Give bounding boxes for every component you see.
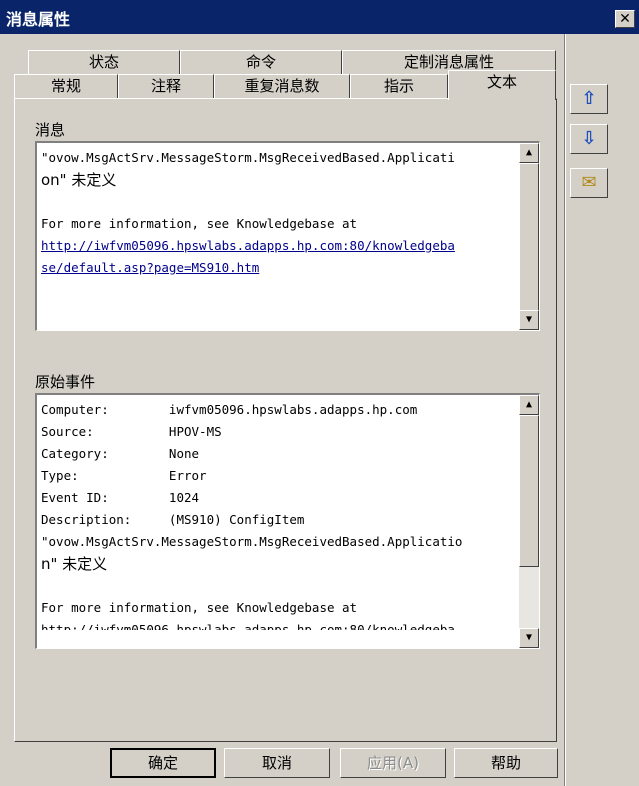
scroll-down-button[interactable]: ▼ bbox=[519, 310, 539, 330]
event-line: n" 未定义 bbox=[41, 555, 108, 573]
knowledgebase-link[interactable]: se/default.asp?page=MS910.htm bbox=[41, 257, 513, 279]
cancel-button[interactable]: 取消 bbox=[224, 748, 330, 778]
scroll-up-button[interactable]: ▲ bbox=[519, 143, 539, 163]
original-event-textbox[interactable]: Computer: iwfvm05096.hpswlabs.adapps.hp.… bbox=[35, 393, 540, 649]
message-text: "ovow.MsgActSrv.MessageStorm.MsgReceived… bbox=[41, 147, 513, 279]
message-line: "ovow.MsgActSrv.MessageStorm.MsgReceived… bbox=[41, 150, 455, 165]
tab-annotations[interactable]: 注释 bbox=[118, 74, 214, 98]
mail-check-icon: ✉ bbox=[581, 172, 597, 193]
event-line: Source: HPOV-MS bbox=[41, 424, 222, 439]
message-line bbox=[41, 191, 513, 213]
window-title: 消息属性 bbox=[6, 10, 71, 29]
message-line: For more information, see Knowledgebase … bbox=[41, 216, 358, 231]
event-line: Event ID: 1024 bbox=[41, 490, 200, 505]
scroll-down-button[interactable]: ▼ bbox=[519, 628, 539, 648]
original-event-text: Computer: iwfvm05096.hpswlabs.adapps.hp.… bbox=[41, 399, 513, 630]
arrow-down-icon: ▼ bbox=[525, 632, 533, 643]
message-line: on" 未定义 bbox=[41, 171, 117, 189]
event-line bbox=[41, 575, 513, 597]
event-line: Description: (MS910) ConfigItem bbox=[41, 512, 305, 527]
message-label: 消息 bbox=[35, 121, 66, 139]
tab-general[interactable]: 常规 bbox=[14, 74, 118, 98]
tab-status[interactable]: 状态 bbox=[28, 50, 180, 74]
acknowledge-button[interactable]: ✉ bbox=[570, 168, 608, 198]
event-line: "ovow.MsgActSrv.MessageStorm.MsgReceived… bbox=[41, 534, 463, 549]
scroll-up-button[interactable]: ▲ bbox=[519, 395, 539, 415]
apply-button[interactable]: 应用(A) bbox=[340, 748, 446, 778]
tab-text[interactable]: 文本 bbox=[448, 70, 556, 100]
knowledgebase-link[interactable]: http://iwfvm05096.hpswlabs.adapps.hp.com… bbox=[41, 235, 513, 257]
close-button[interactable]: ✕ bbox=[615, 10, 635, 28]
original-event-label: 原始事件 bbox=[35, 373, 96, 391]
event-line: Computer: iwfvm05096.hpswlabs.adapps.hp.… bbox=[41, 402, 418, 417]
ok-button[interactable]: 确定 bbox=[110, 748, 216, 778]
close-icon: ✕ bbox=[619, 11, 631, 27]
message-textbox[interactable]: "ovow.MsgActSrv.MessageStorm.MsgReceived… bbox=[35, 141, 540, 331]
event-line: http://iwfvm05096.hpswlabs.adapps.hp.com… bbox=[41, 622, 455, 630]
event-scrollbar[interactable]: ▲ ▼ bbox=[519, 395, 539, 648]
arrow-up-icon: ⇧ bbox=[581, 88, 597, 109]
help-button[interactable]: 帮助 bbox=[454, 748, 558, 778]
event-line: Category: None bbox=[41, 446, 200, 461]
arrow-up-icon: ▲ bbox=[525, 147, 533, 158]
tab-panel-text: 消息 "ovow.MsgActSrv.MessageStorm.MsgRecei… bbox=[14, 98, 557, 742]
tab-commands[interactable]: 命令 bbox=[180, 50, 342, 74]
event-line: Type: Error bbox=[41, 468, 207, 483]
arrow-down-icon: ⇩ bbox=[581, 128, 597, 149]
message-scrollbar[interactable]: ▲ ▼ bbox=[519, 143, 539, 330]
tab-duplicates[interactable]: 重复消息数 bbox=[214, 74, 350, 98]
event-line: For more information, see Knowledgebase … bbox=[41, 600, 358, 615]
arrow-up-icon: ▲ bbox=[525, 399, 533, 410]
move-up-button[interactable]: ⇧ bbox=[570, 84, 608, 114]
arrow-down-icon: ▼ bbox=[525, 314, 533, 325]
vertical-divider bbox=[564, 34, 566, 786]
scroll-thumb[interactable] bbox=[519, 415, 539, 567]
scroll-thumb[interactable] bbox=[519, 163, 539, 311]
tab-instructions[interactable]: 指示 bbox=[350, 74, 448, 98]
title-bar: 消息属性 ✕ bbox=[0, 0, 639, 34]
move-down-button[interactable]: ⇩ bbox=[570, 124, 608, 154]
